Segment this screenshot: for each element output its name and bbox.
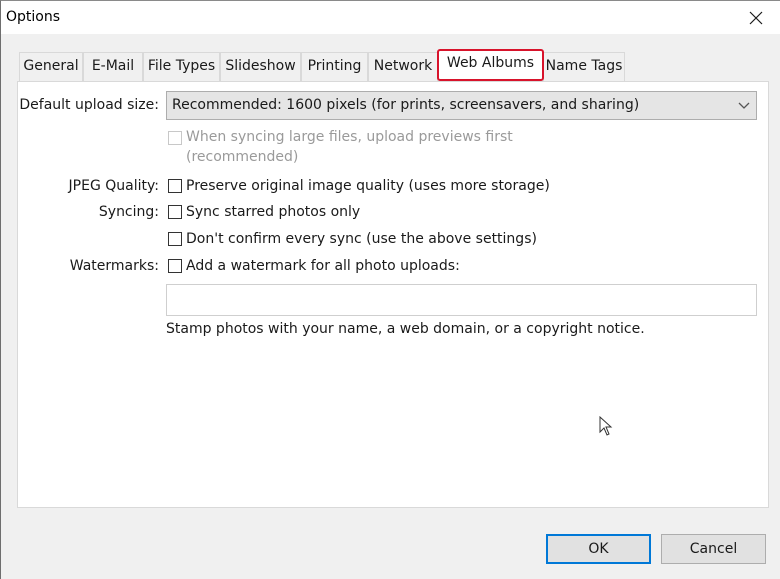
watermark-hint: Stamp photos with your name, a web domai… bbox=[166, 321, 645, 337]
upload-previews-label: When syncing large files, upload preview… bbox=[186, 129, 513, 145]
dont-confirm-sync-checkbox[interactable] bbox=[168, 232, 182, 246]
sync-starred-checkbox[interactable] bbox=[168, 205, 182, 219]
syncing-label: Syncing: bbox=[98, 204, 159, 220]
preserve-quality-checkbox[interactable] bbox=[168, 179, 182, 193]
tab-general[interactable]: General bbox=[19, 52, 83, 81]
dont-confirm-sync-label: Don't confirm every sync (use the above … bbox=[186, 231, 537, 247]
tab-printing[interactable]: Printing bbox=[301, 52, 368, 81]
close-button[interactable] bbox=[738, 4, 774, 32]
watermarks-label: Watermarks: bbox=[69, 258, 159, 274]
tab-file-types[interactable]: File Types bbox=[143, 52, 220, 81]
cancel-button[interactable]: Cancel bbox=[661, 534, 766, 564]
upload-size-label: Default upload size: bbox=[19, 97, 159, 113]
watermark-option-label: Add a watermark for all photo uploads: bbox=[186, 258, 460, 274]
watermark-checkbox[interactable] bbox=[168, 259, 182, 273]
window-title: Options bbox=[6, 9, 61, 25]
watermark-text-input[interactable] bbox=[166, 284, 757, 316]
web-albums-panel: Default upload size: Recommended: 1600 p… bbox=[17, 81, 769, 508]
upload-size-select[interactable]: Recommended: 1600 pixels (for prints, sc… bbox=[166, 91, 757, 120]
close-icon bbox=[749, 11, 763, 25]
upload-size-value: Recommended: 1600 pixels (for prints, sc… bbox=[172, 97, 640, 113]
title-bar: Options bbox=[1, 1, 780, 34]
sync-starred-label: Sync starred photos only bbox=[186, 204, 361, 220]
jpeg-quality-label: JPEG Quality: bbox=[68, 178, 159, 194]
upload-previews-checkbox[interactable] bbox=[168, 131, 182, 145]
tab-slideshow[interactable]: Slideshow bbox=[220, 52, 301, 81]
options-dialog: Options General E-Mail File Types Slides… bbox=[0, 0, 780, 579]
tab-name-tags[interactable]: Name Tags bbox=[543, 52, 625, 81]
tab-web-albums[interactable]: Web Albums bbox=[437, 49, 544, 81]
preserve-quality-label: Preserve original image quality (uses mo… bbox=[186, 178, 550, 194]
ok-button[interactable]: OK bbox=[546, 534, 651, 564]
tab-network[interactable]: Network bbox=[368, 52, 438, 81]
mouse-cursor-icon bbox=[599, 416, 613, 436]
tab-email[interactable]: E-Mail bbox=[83, 52, 143, 81]
chevron-down-icon bbox=[738, 102, 750, 109]
upload-previews-label-note: (recommended) bbox=[186, 149, 299, 165]
